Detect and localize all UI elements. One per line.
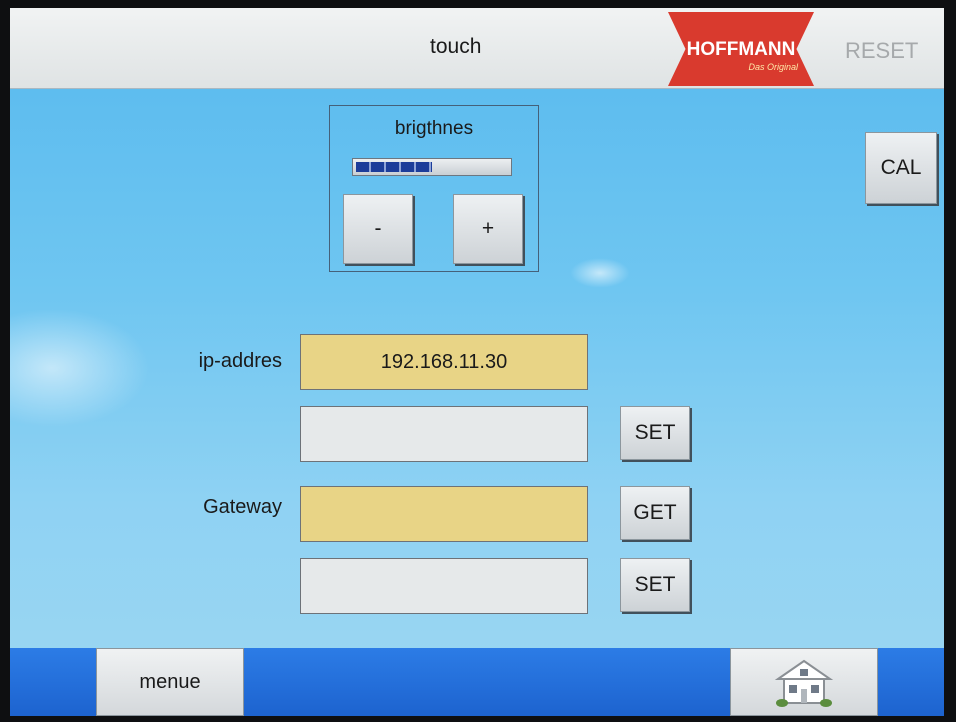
logo-tagline: Das Original — [748, 62, 798, 72]
ip-address-label: ip-addres — [198, 350, 282, 372]
gateway-set-button[interactable]: SET — [620, 558, 690, 612]
cal-button[interactable]: CAL — [865, 132, 937, 204]
brightness-bar-fill — [356, 162, 432, 172]
gateway-get-button[interactable]: GET — [620, 486, 690, 540]
gateway-field[interactable] — [300, 486, 588, 542]
brightness-decrease-button[interactable]: - — [343, 194, 413, 264]
page-title: touch — [430, 35, 482, 58]
brightness-bar — [352, 158, 512, 176]
brightness-increase-button[interactable]: + — [453, 194, 523, 264]
ip-address-input[interactable] — [300, 406, 588, 462]
reset-button[interactable]: RESET — [845, 38, 918, 64]
home-button[interactable] — [730, 648, 878, 716]
gateway-input[interactable] — [300, 558, 588, 614]
ip-address-field[interactable]: 192.168.11.30 — [300, 334, 588, 390]
ip-set-button[interactable]: SET — [620, 406, 690, 460]
gateway-label: Gateway — [203, 496, 282, 518]
brightness-panel: brigthnes - + — [329, 105, 539, 272]
brightness-label: brigthnes — [394, 118, 474, 139]
menue-label: menue — [139, 670, 201, 693]
title-bar: touch HOFFMANN Das Original RESET — [10, 8, 944, 89]
hoffmann-logo: HOFFMANN Das Original — [668, 12, 814, 86]
touch-screen: touch HOFFMANN Das Original RESET brigth… — [10, 8, 944, 716]
menue-button[interactable]: menue — [96, 648, 244, 716]
house-icon — [774, 659, 834, 707]
logo-text: HOFFMANN — [686, 39, 796, 60]
